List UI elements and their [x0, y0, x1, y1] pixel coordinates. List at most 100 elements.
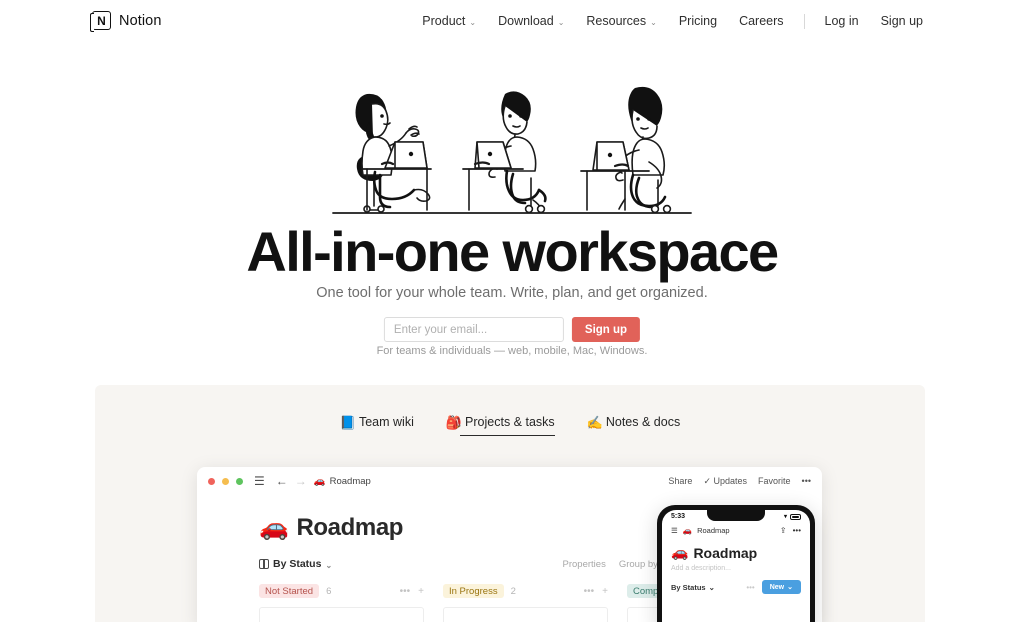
minimize-window-icon[interactable]: [222, 477, 229, 485]
page-subtitle: One tool for your whole team. Write, pla…: [316, 285, 708, 301]
check-icon: ✓: [703, 475, 711, 486]
updates-label: Updates: [713, 475, 748, 486]
car-emoji: 🚗: [313, 475, 326, 487]
browser-title-bar: ☰ ← → 🚗 Roadmap Share ✓ Updates Favorite…: [197, 467, 822, 495]
car-emoji: 🚗: [671, 544, 689, 560]
battery-icon: [790, 513, 801, 520]
tab-label: Team wiki: [358, 415, 414, 429]
phone-notch: [707, 510, 765, 521]
nav-item-label: Product: [422, 14, 466, 28]
maximize-window-icon[interactable]: [236, 477, 243, 485]
phone-screen: 5:33 ▾ ☰ 🚗 Roadmap ⇪ ••• 🚗 Roadmap Add a…: [662, 510, 810, 622]
more-options-icon[interactable]: •••: [802, 476, 811, 486]
email-field[interactable]: [383, 317, 564, 342]
writing-hand-emoji: ✍️: [586, 414, 603, 430]
chevron-down-icon: ⌄: [708, 582, 715, 592]
phone-view-label: By Status: [671, 582, 706, 592]
login-link[interactable]: Log in: [814, 12, 870, 30]
breadcrumb-label: Roadmap: [329, 475, 371, 487]
three-people-at-desks-illustration: [327, 58, 697, 220]
signup-fineprint: For teams & individuals — web, mobile, M…: [376, 345, 648, 357]
notion-logo-icon: N: [90, 11, 111, 32]
sidebar-toggle-icon[interactable]: ☰: [254, 475, 265, 487]
board-column-not-started: Not Started 6 ••• +: [259, 584, 424, 622]
properties-button[interactable]: Properties: [563, 559, 606, 570]
phone-title-text: Roadmap: [693, 544, 758, 561]
nav-item-pricing[interactable]: Pricing: [668, 12, 728, 30]
mobile-app-mockup: 5:33 ▾ ☰ 🚗 Roadmap ⇪ ••• 🚗 Roadmap Add a…: [657, 505, 815, 622]
board-card[interactable]: [259, 607, 424, 622]
updates-button[interactable]: ✓ Updates: [703, 476, 747, 487]
page-title: All-in-one workspace: [246, 220, 779, 283]
status-badge: Not Started: [259, 584, 320, 598]
nav-item-label: Resources: [586, 14, 647, 28]
top-navigation-bar: N Notion Product ⌄ Download ⌄ Resources …: [0, 0, 1024, 46]
document-title-text: Roadmap: [296, 513, 404, 541]
tab-projects-and-tasks[interactable]: 🎒 Projects & tasks: [446, 415, 555, 436]
nav-item-careers[interactable]: Careers: [728, 12, 794, 30]
browser-actions: Share ✓ Updates Favorite •••: [668, 476, 811, 487]
column-add-icon[interactable]: +: [602, 586, 608, 597]
view-selector[interactable]: By Status ⌄: [259, 558, 332, 570]
column-more-icon[interactable]: •••: [584, 586, 595, 597]
view-label: By Status: [273, 558, 322, 570]
group-by-label: Group by: [618, 558, 658, 570]
signup-button[interactable]: Sign up: [571, 317, 641, 342]
nav-item-download[interactable]: Download ⌄: [487, 12, 575, 30]
nav-item-label: Download: [498, 14, 554, 28]
nav-links: Product ⌄ Download ⌄ Resources ⌄ Pricing…: [411, 12, 934, 30]
phone-more-icon[interactable]: •••: [746, 583, 754, 592]
favorite-button[interactable]: Favorite: [758, 476, 791, 486]
chevron-down-icon: ⌄: [325, 560, 333, 570]
board-card[interactable]: [443, 607, 608, 622]
chevron-down-icon: ⌄: [650, 17, 657, 27]
column-header: In Progress 2 ••• +: [443, 584, 608, 598]
showcase-tabs: 📘 Team wiki 🎒 Projects & tasks ✍️ Notes …: [95, 415, 925, 436]
column-header: Not Started 6 ••• +: [259, 584, 424, 598]
column-add-icon[interactable]: +: [418, 586, 424, 597]
chevron-down-icon: ⌄: [557, 17, 565, 27]
brand-name: Notion: [119, 12, 162, 29]
tab-team-wiki[interactable]: 📘 Team wiki: [340, 415, 414, 436]
brand-logo[interactable]: N Notion: [90, 11, 162, 32]
phone-breadcrumb-label: Roadmap: [697, 526, 730, 535]
phone-description-placeholder[interactable]: Add a description...: [662, 561, 810, 572]
blue-book-emoji: 📘: [339, 414, 356, 430]
hamburger-menu-icon[interactable]: ☰: [671, 526, 678, 535]
phone-view-selector[interactable]: By Status ⌄: [671, 583, 715, 592]
new-button[interactable]: New ⌄: [761, 580, 801, 594]
board-column-in-progress: In Progress 2 ••• +: [443, 584, 608, 622]
forward-arrow-icon[interactable]: →: [295, 475, 307, 487]
nav-item-product[interactable]: Product ⌄: [411, 12, 487, 30]
nav-item-label: Careers: [739, 14, 784, 28]
tab-label: Notes & docs: [605, 415, 681, 429]
new-button-label: New: [769, 583, 785, 591]
column-actions: ••• +: [584, 586, 608, 597]
product-showcase-panel: 📘 Team wiki 🎒 Projects & tasks ✍️ Notes …: [95, 385, 925, 622]
chevron-down-icon: ⌄: [469, 17, 477, 27]
back-arrow-icon[interactable]: ←: [276, 475, 288, 487]
email-signup-form: Sign up: [383, 317, 641, 342]
close-window-icon[interactable]: [208, 477, 215, 485]
column-actions: ••• +: [400, 586, 424, 597]
phone-toolbar: By Status ⌄ ••• New ⌄: [662, 572, 810, 594]
status-badge: In Progress: [443, 584, 504, 598]
status-indicators: ▾: [784, 513, 801, 520]
share-button[interactable]: Share: [668, 476, 692, 486]
wifi-icon: ▾: [783, 514, 787, 520]
signup-link[interactable]: Sign up: [870, 12, 934, 30]
column-more-icon[interactable]: •••: [400, 586, 411, 597]
tab-notes-and-docs[interactable]: ✍️ Notes & docs: [587, 415, 681, 436]
nav-item-label: Pricing: [678, 14, 718, 28]
share-icon[interactable]: ⇪: [780, 526, 787, 535]
car-emoji: 🚗: [682, 526, 693, 535]
nav-item-resources[interactable]: Resources ⌄: [575, 12, 667, 30]
column-count: 6: [326, 585, 332, 597]
breadcrumb[interactable]: 🚗 Roadmap: [314, 476, 371, 487]
board-view-icon: [259, 559, 269, 569]
nav-divider: [803, 13, 805, 29]
car-emoji: 🚗: [259, 514, 289, 541]
tab-label: Projects & tasks: [465, 415, 555, 429]
phone-nav-actions: ⇪ •••: [780, 526, 801, 535]
more-options-icon[interactable]: •••: [793, 526, 801, 535]
